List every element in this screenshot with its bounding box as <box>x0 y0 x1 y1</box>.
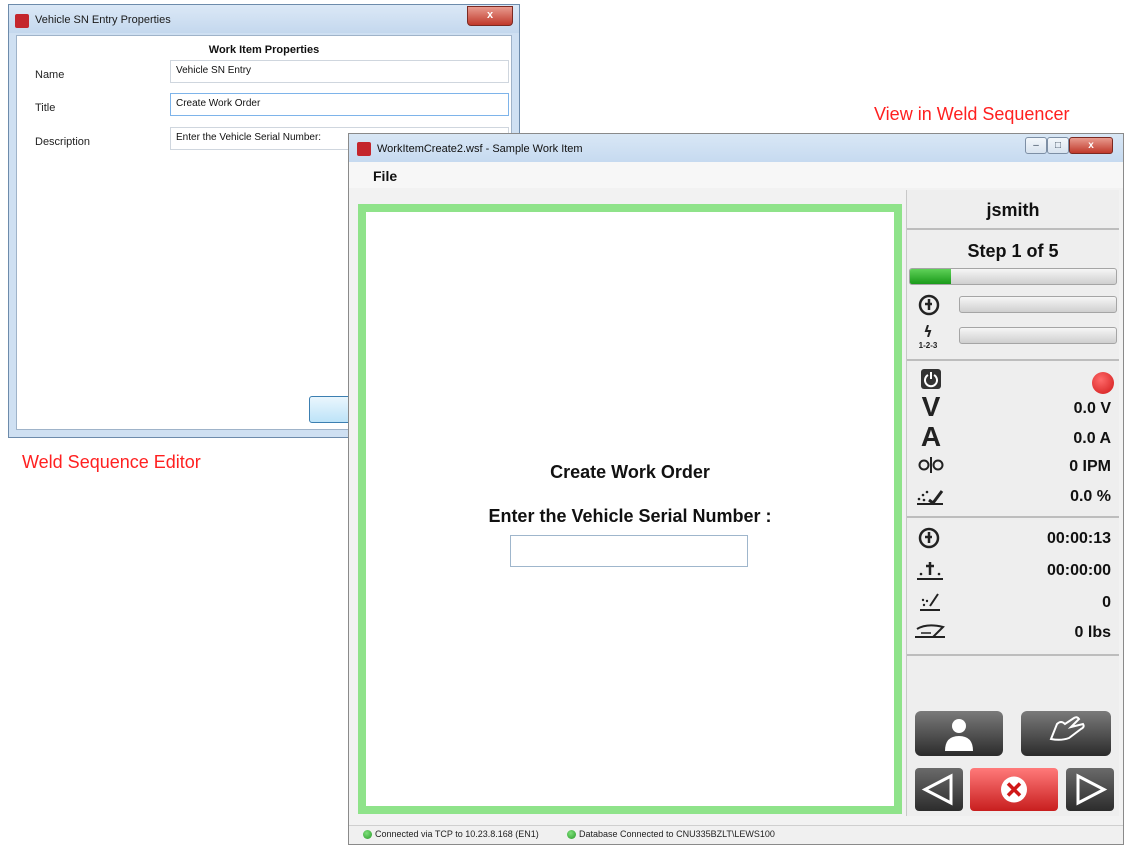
tcp-status-text: Connected via TCP to 10.23.8.168 (EN1) <box>375 829 539 839</box>
editor-caption: Weld Sequence Editor <box>22 452 201 472</box>
status-bar: Connected via TCP to 10.23.8.168 (EN1) D… <box>349 825 1123 844</box>
title-field[interactable]: Create Work Order <box>170 93 509 116</box>
manual-mode-button[interactable] <box>1021 711 1111 756</box>
database-status-icon <box>567 830 576 839</box>
sequencer-titlebar[interactable]: WorkItemCreate2.wsf - Sample Work Item –… <box>349 134 1123 163</box>
divider <box>907 359 1119 361</box>
tcp-status-icon <box>363 830 372 839</box>
divider <box>907 516 1119 518</box>
cancel-button[interactable] <box>970 768 1058 811</box>
step-progress-fill <box>910 269 952 284</box>
database-status-text: Database Connected to CNU335BZLT\LEWS100 <box>579 829 775 839</box>
section-title: Work Item Properties <box>208 44 320 56</box>
current-value: 0.0 A <box>1073 430 1111 447</box>
description-label: Description <box>35 136 91 148</box>
previous-step-button[interactable] <box>915 768 963 811</box>
operator-button[interactable] <box>915 711 1003 756</box>
menu-file[interactable]: File <box>373 168 397 184</box>
cancel-icon <box>1001 776 1027 803</box>
operator-icon <box>945 719 973 751</box>
sequencer-caption: View in Weld Sequencer <box>874 104 1070 124</box>
editor-window-title: Vehicle SN Entry Properties <box>35 14 171 26</box>
title-label: Title <box>35 102 56 114</box>
next-step-button[interactable] <box>1066 768 1114 811</box>
divider <box>907 228 1119 230</box>
divider <box>907 654 1119 656</box>
editor-close-button[interactable]: x <box>467 6 513 26</box>
serial-number-prompt: Enter the Vehicle Serial Number : <box>488 506 772 526</box>
sequence-bar <box>959 327 1117 344</box>
step-sequence-icon: 1-2-3 <box>913 324 943 352</box>
wire-weight-icon <box>913 622 947 642</box>
percent-value: 0.0 % <box>1070 488 1111 505</box>
elapsed-timer-icon <box>915 526 943 550</box>
maximize-button[interactable]: □ <box>1047 137 1069 154</box>
step-indicator: Step 1 of 5 <box>967 241 1059 261</box>
current-icon: A <box>920 421 942 452</box>
weld-count-icon <box>917 590 943 612</box>
timer-bar <box>959 296 1117 313</box>
arc-percent-icon <box>915 486 945 508</box>
power-icon <box>919 368 943 392</box>
weld-time-icon <box>915 558 945 582</box>
name-field[interactable]: Vehicle SN Entry <box>170 60 509 83</box>
elapsed-time-value: 00:00:13 <box>1046 530 1111 547</box>
app-icon <box>357 142 371 156</box>
count-value: 0 <box>1102 594 1111 611</box>
voltage-icon: V <box>921 391 941 422</box>
menu-bar: File <box>349 162 1123 188</box>
wire-speed-value: 0 IPM <box>1069 458 1111 475</box>
serial-number-input[interactable] <box>510 535 748 567</box>
editor-titlebar[interactable]: Vehicle SN Entry Properties x <box>9 5 519 33</box>
status-side-panel: jsmith Step 1 of 5 1-2-3 V 0.0 V A 0.0 A <box>906 190 1119 816</box>
close-button[interactable]: x <box>1069 137 1113 154</box>
sequencer-window: WorkItemCreate2.wsf - Sample Work Item –… <box>348 133 1124 845</box>
recording-indicator <box>1092 372 1114 394</box>
name-label: Name <box>35 69 65 81</box>
app-icon <box>15 14 29 28</box>
sequencer-window-title: WorkItemCreate2.wsf - Sample Work Item <box>377 143 583 155</box>
arrow-right-icon <box>1076 773 1108 806</box>
user-name: jsmith <box>986 200 1040 220</box>
hand-icon <box>1049 716 1085 741</box>
weight-value: 0 lbs <box>1074 624 1111 641</box>
weld-time-value: 00:00:00 <box>1046 562 1111 579</box>
work-order-title: Create Work Order <box>550 462 710 482</box>
timer-icon <box>915 293 943 317</box>
minimize-button[interactable]: – <box>1025 137 1047 154</box>
arrow-left-icon <box>921 773 953 806</box>
work-item-panel: Create Work Order Enter the Vehicle Seri… <box>358 204 902 814</box>
step-progress-bar <box>909 268 1117 285</box>
step-sequence-label: 1-2-3 <box>918 341 938 350</box>
voltage-value: 0.0 V <box>1073 400 1111 417</box>
wire-feed-icon <box>917 456 945 476</box>
